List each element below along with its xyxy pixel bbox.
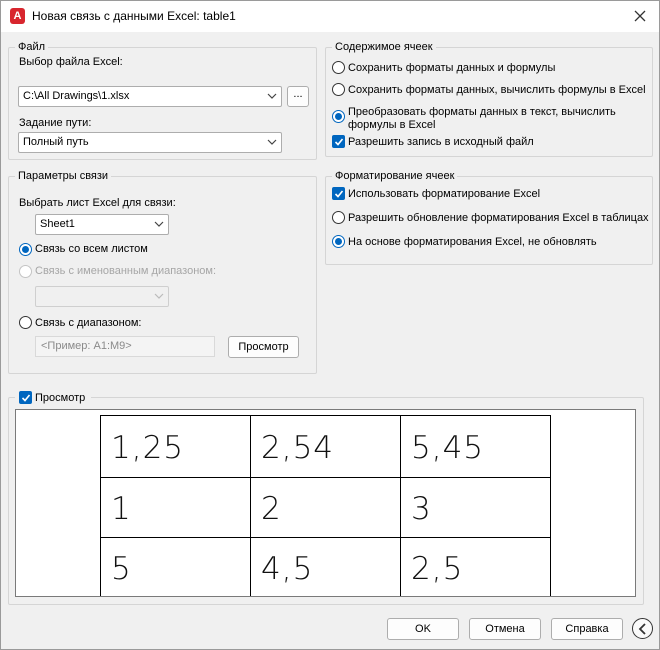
table-cell: 4,5 — [250, 537, 401, 596]
preview-checkbox-label: Просмотр — [35, 392, 86, 404]
keep-formats-solve-label: Сохранить форматы данных, вычислить форм… — [348, 84, 646, 96]
convert-to-text-radio[interactable] — [332, 110, 345, 123]
file-group-legend: Файл — [15, 40, 49, 54]
path-label: Задание пути: — [19, 117, 92, 129]
chevron-left-icon — [638, 622, 646, 635]
range-preview-button[interactable]: Просмотр — [228, 336, 299, 358]
keep-formats-formulas-radio[interactable] — [332, 61, 345, 74]
file-path-combobox[interactable]: C:\All Drawings\1.xlsx — [18, 86, 282, 107]
table-cell: 1 — [100, 477, 251, 538]
allow-writeback-checkbox[interactable] — [332, 135, 345, 148]
link-range-radio[interactable] — [19, 316, 32, 329]
table-row: 1,25 2,54 5,45 — [100, 415, 551, 478]
collapse-button[interactable] — [632, 618, 653, 639]
convert-to-text-label-line2: формулы в Excel — [348, 119, 436, 131]
dialog-window: A Новая связь с данными Excel: table1 Фа… — [0, 0, 660, 650]
link-entire-sheet-radio[interactable] — [19, 243, 32, 256]
allow-format-update-radio[interactable] — [332, 211, 345, 224]
chevron-down-icon — [154, 293, 164, 299]
chevron-down-icon — [267, 139, 277, 145]
window-title: Новая связь с данными Excel: table1 — [32, 9, 236, 23]
help-button[interactable]: Справка — [551, 618, 623, 640]
range-input[interactable]: <Пример: A1:M9> — [35, 336, 215, 357]
link-named-range-radio[interactable] — [19, 265, 32, 278]
path-type-value: Полный путь — [23, 136, 89, 148]
browse-button[interactable]: ... — [287, 86, 309, 107]
named-range-combobox[interactable] — [35, 286, 169, 307]
allow-format-update-label: Разрешить обновление форматирования Exce… — [348, 212, 649, 224]
chevron-down-icon — [154, 221, 164, 227]
table-cell: 1,25 — [100, 415, 251, 478]
close-button[interactable] — [629, 5, 651, 27]
cancel-button[interactable]: Отмена — [469, 618, 541, 640]
link-entire-sheet-label: Связь со всем листом — [35, 243, 148, 255]
checkmark-icon — [334, 138, 344, 146]
sheet-value: Sheet1 — [40, 218, 75, 230]
cell-formatting-legend: Форматирование ячеек — [332, 169, 458, 183]
link-range-label: Связь с диапазоном: — [35, 317, 142, 329]
allow-writeback-label: Разрешить запись в исходный файл — [348, 136, 534, 148]
checkmark-icon — [21, 394, 31, 402]
preview-area: 1,25 2,54 5,45 1 2 3 5 4,5 2,5 — [15, 409, 636, 597]
table-row: 5 4,5 2,5 — [100, 537, 551, 596]
sheet-combobox[interactable]: Sheet1 — [35, 214, 169, 235]
table-cell: 5 — [100, 537, 251, 596]
cell-contents-legend: Содержимое ячеек — [332, 40, 436, 54]
keep-formats-formulas-label: Сохранить форматы данных и формулы — [348, 62, 556, 74]
use-excel-formatting-checkbox[interactable] — [332, 187, 345, 200]
table-cell: 2 — [250, 477, 401, 538]
select-file-label: Выбор файла Excel: — [19, 56, 123, 68]
title-bar: A Новая связь с данными Excel: table1 — [1, 1, 659, 32]
table-cell: 5,45 — [400, 415, 551, 478]
close-icon — [634, 10, 646, 22]
link-options-legend: Параметры связи — [15, 169, 112, 183]
checkmark-icon — [334, 190, 344, 198]
no-format-update-radio[interactable] — [332, 235, 345, 248]
table-cell: 3 — [400, 477, 551, 538]
link-named-range-label: Связь с именованным диапазоном: — [35, 265, 217, 277]
table-cell: 2,5 — [400, 537, 551, 596]
preview-checkbox[interactable] — [19, 391, 32, 404]
chevron-down-icon — [267, 93, 277, 99]
path-type-combobox[interactable]: Полный путь — [18, 132, 282, 153]
use-excel-formatting-label: Использовать форматирование Excel — [348, 188, 541, 200]
convert-to-text-label-line1: Преобразовать форматы данных в текст, вы… — [348, 106, 616, 118]
no-format-update-label: На основе форматирования Excel, не обнов… — [348, 236, 597, 248]
sheet-select-label: Выбрать лист Excel для связи: — [19, 197, 176, 209]
file-path-value: C:\All Drawings\1.xlsx — [23, 90, 130, 102]
preview-table: 1,25 2,54 5,45 1 2 3 5 4,5 2,5 — [100, 415, 551, 596]
table-cell: 2,54 — [250, 415, 401, 478]
keep-formats-solve-radio[interactable] — [332, 83, 345, 96]
ok-button[interactable]: OK — [387, 618, 459, 640]
table-row: 1 2 3 — [100, 477, 551, 538]
autocad-app-icon: A — [10, 8, 25, 24]
